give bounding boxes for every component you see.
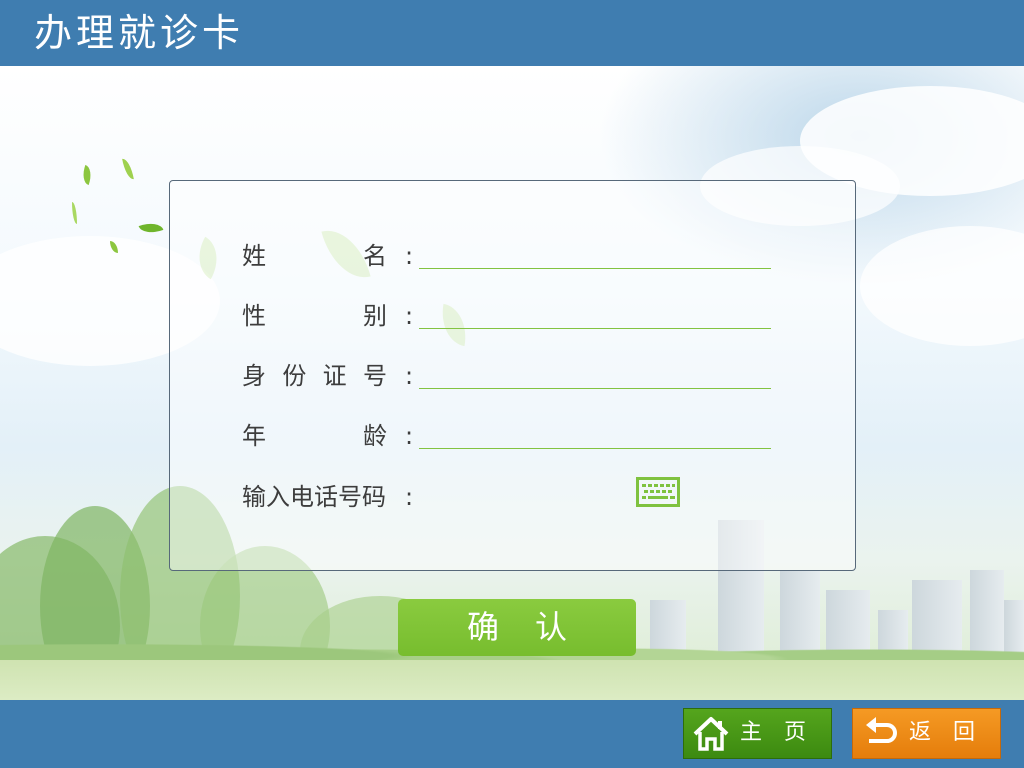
home-button-label: 主页	[740, 720, 829, 745]
name-row: 姓 名 :	[170, 236, 855, 276]
phone-row: 输入电话号码 :	[170, 477, 855, 517]
name-label: 姓 名	[242, 242, 387, 270]
back-button-label: 返回	[909, 720, 998, 745]
leaf-decoration	[138, 218, 164, 238]
colon: :	[405, 362, 414, 390]
name-input[interactable]	[419, 268, 771, 269]
footer-bar: 主页 返回	[0, 700, 1024, 768]
gender-label: 性 别	[242, 302, 387, 330]
confirm-button[interactable]: 确认	[398, 599, 636, 656]
gender-row: 性 别 :	[170, 296, 855, 336]
id-number-label: 身 份 证 号	[242, 362, 387, 390]
card-form-panel: 姓 名 : 性 别 : 身 份 证 号 : 年 龄 : 输入电话号码 :	[169, 180, 856, 571]
id-number-input[interactable]	[419, 388, 771, 389]
age-input[interactable]	[419, 448, 771, 449]
colon: :	[405, 483, 414, 511]
colon: :	[405, 422, 414, 450]
gender-input[interactable]	[419, 328, 771, 329]
back-button[interactable]: 返回	[852, 708, 1001, 759]
colon: :	[405, 302, 414, 330]
page-title: 办理就诊卡	[34, 11, 245, 55]
leaf-decoration	[122, 157, 134, 181]
home-button[interactable]: 主页	[683, 708, 832, 759]
leaf-decoration	[79, 164, 95, 186]
leaf-decoration	[72, 202, 77, 224]
keyboard-icon[interactable]	[636, 477, 680, 507]
age-row: 年 龄 :	[170, 416, 855, 456]
age-label: 年 龄	[242, 422, 387, 450]
header-bar: 办理就诊卡	[0, 0, 1024, 66]
phone-label: 输入电话号码	[242, 483, 386, 511]
id-number-row: 身 份 证 号 :	[170, 356, 855, 396]
ground	[0, 660, 1024, 700]
return-arrow-icon	[866, 717, 897, 743]
home-icon	[693, 717, 729, 751]
colon: :	[405, 242, 414, 270]
